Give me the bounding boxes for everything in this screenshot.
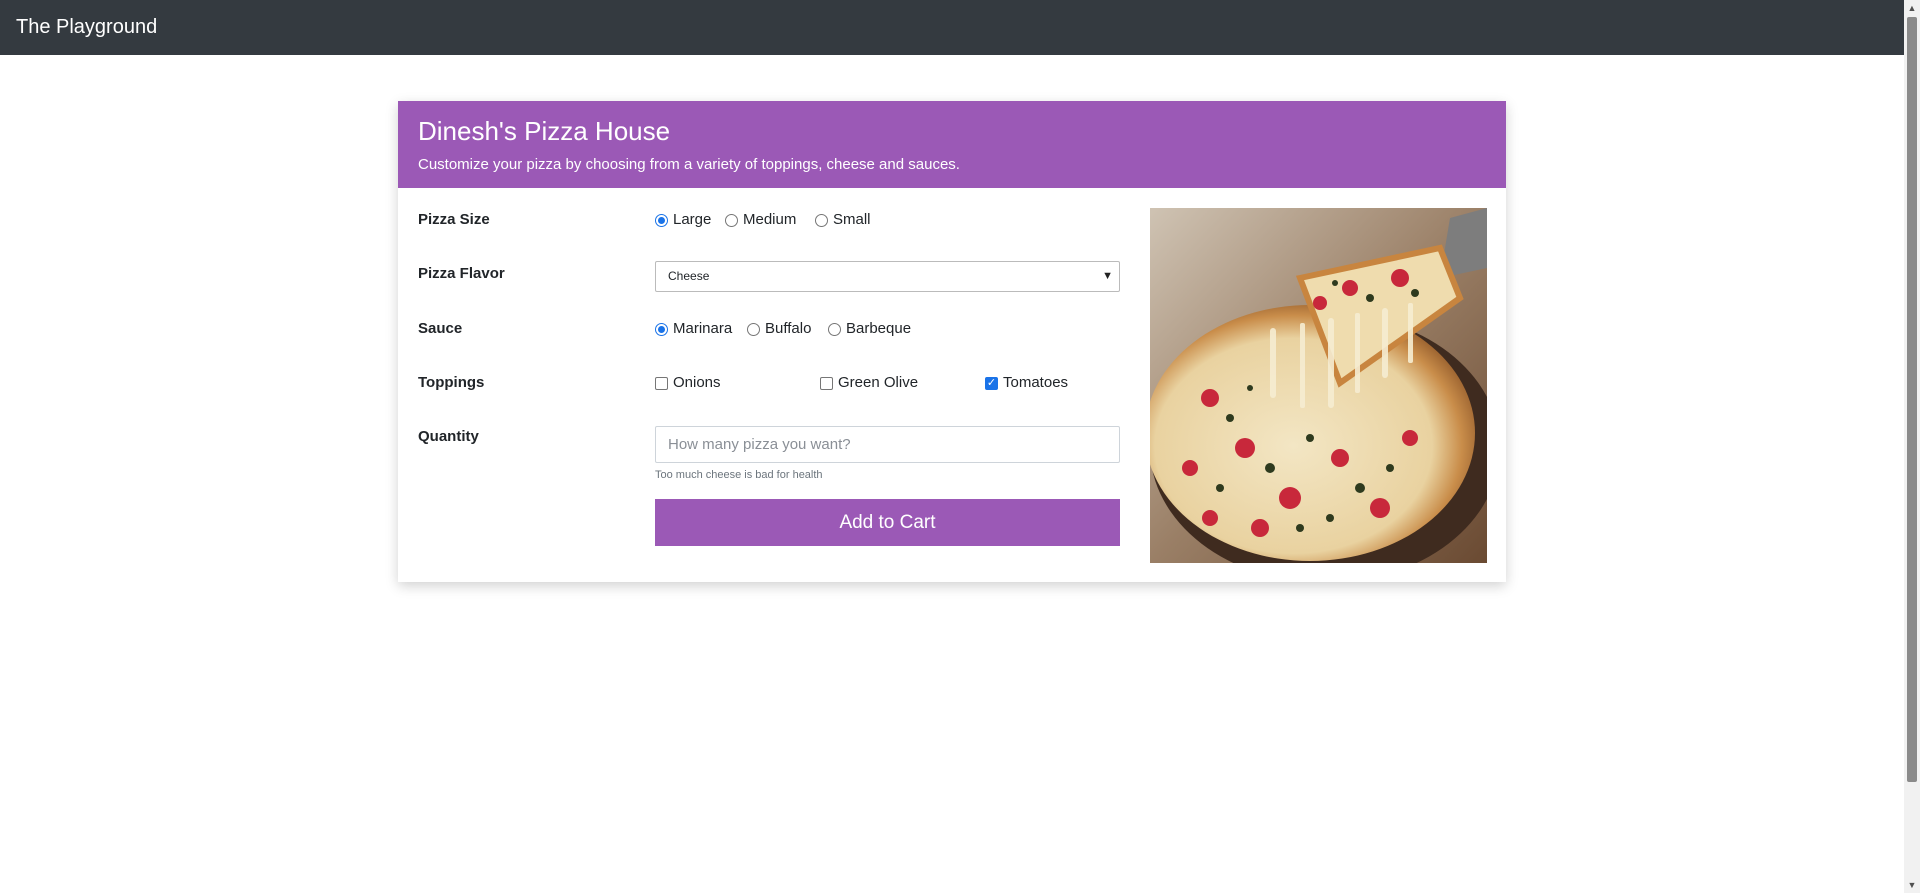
topping-option-tomatoes[interactable]: ✓ Tomatoes bbox=[985, 373, 1068, 393]
topping-option-onions[interactable]: Onions bbox=[655, 373, 721, 393]
brand-link[interactable]: The Playground bbox=[16, 15, 157, 39]
size-option-small[interactable]: Small bbox=[815, 210, 871, 230]
pizza-order-card: Dinesh's Pizza House Customize your pizz… bbox=[398, 101, 1506, 582]
card-header: Dinesh's Pizza House Customize your pizz… bbox=[398, 101, 1506, 188]
check-icon: ✓ bbox=[986, 376, 997, 389]
size-option-large[interactable]: Large bbox=[655, 210, 711, 230]
quantity-help-text: Too much cheese is bad for health bbox=[655, 469, 823, 481]
pizza-flavor-label: Pizza Flavor bbox=[418, 265, 505, 282]
scroll-down-arrow-icon[interactable]: ▼ bbox=[1904, 877, 1920, 893]
size-radio-small[interactable] bbox=[815, 213, 828, 227]
toppings-label: Toppings bbox=[418, 374, 485, 391]
sauce-radio-marinara[interactable] bbox=[655, 322, 668, 336]
sauce-option-label: Marinara bbox=[673, 320, 733, 337]
sauce-option-label: Buffalo bbox=[765, 320, 812, 337]
scroll-up-arrow-icon[interactable]: ▲ bbox=[1904, 0, 1920, 16]
size-option-label: Medium bbox=[743, 211, 797, 228]
size-option-medium[interactable]: Medium bbox=[725, 210, 796, 230]
quantity-placeholder: How many pizza you want? bbox=[668, 436, 851, 453]
pizza-flavor-select[interactable]: Cheese ▼ bbox=[655, 261, 1120, 292]
topping-checkbox-onions[interactable] bbox=[655, 376, 668, 390]
sauce-option-label: Barbeque bbox=[846, 320, 912, 337]
scrollbar-thumb[interactable] bbox=[1907, 17, 1917, 782]
size-option-label: Large bbox=[673, 211, 712, 228]
sauce-option-buffalo[interactable]: Buffalo bbox=[747, 319, 811, 339]
pizza-flavor-selected: Cheese bbox=[668, 269, 710, 283]
chevron-down-icon: ▼ bbox=[1102, 270, 1113, 282]
topping-option-label: Onions bbox=[673, 374, 721, 391]
topping-option-green-olive[interactable]: Green Olive bbox=[820, 373, 918, 393]
quantity-label: Quantity bbox=[418, 428, 479, 445]
navbar: The Playground bbox=[0, 0, 1904, 55]
sauce-label: Sauce bbox=[418, 320, 463, 337]
sauce-radio-barbeque[interactable] bbox=[828, 322, 841, 336]
sauce-option-marinara[interactable]: Marinara bbox=[655, 319, 732, 339]
sauce-option-barbeque[interactable]: Barbeque bbox=[828, 319, 911, 339]
card-subtitle: Customize your pizza by choosing from a … bbox=[418, 156, 960, 173]
sauce-radio-buffalo[interactable] bbox=[747, 322, 760, 336]
card-title: Dinesh's Pizza House bbox=[418, 116, 671, 146]
quantity-input[interactable]: How many pizza you want? bbox=[655, 426, 1120, 463]
topping-checkbox-tomatoes[interactable]: ✓ bbox=[985, 376, 998, 390]
add-to-cart-button[interactable]: Add to Cart bbox=[655, 499, 1120, 546]
topping-checkbox-green-olive[interactable] bbox=[820, 376, 833, 390]
topping-option-label: Green Olive bbox=[838, 374, 919, 391]
pizza-image bbox=[1150, 208, 1487, 563]
pizza-size-label: Pizza Size bbox=[418, 211, 490, 228]
topping-option-label: Tomatoes bbox=[1003, 374, 1069, 391]
page-scrollbar[interactable]: ▲ ▼ bbox=[1904, 0, 1920, 893]
pizza-illustration bbox=[1150, 208, 1487, 563]
size-radio-medium[interactable] bbox=[725, 213, 738, 227]
size-radio-large[interactable] bbox=[655, 213, 668, 227]
size-option-label: Small bbox=[833, 211, 871, 228]
